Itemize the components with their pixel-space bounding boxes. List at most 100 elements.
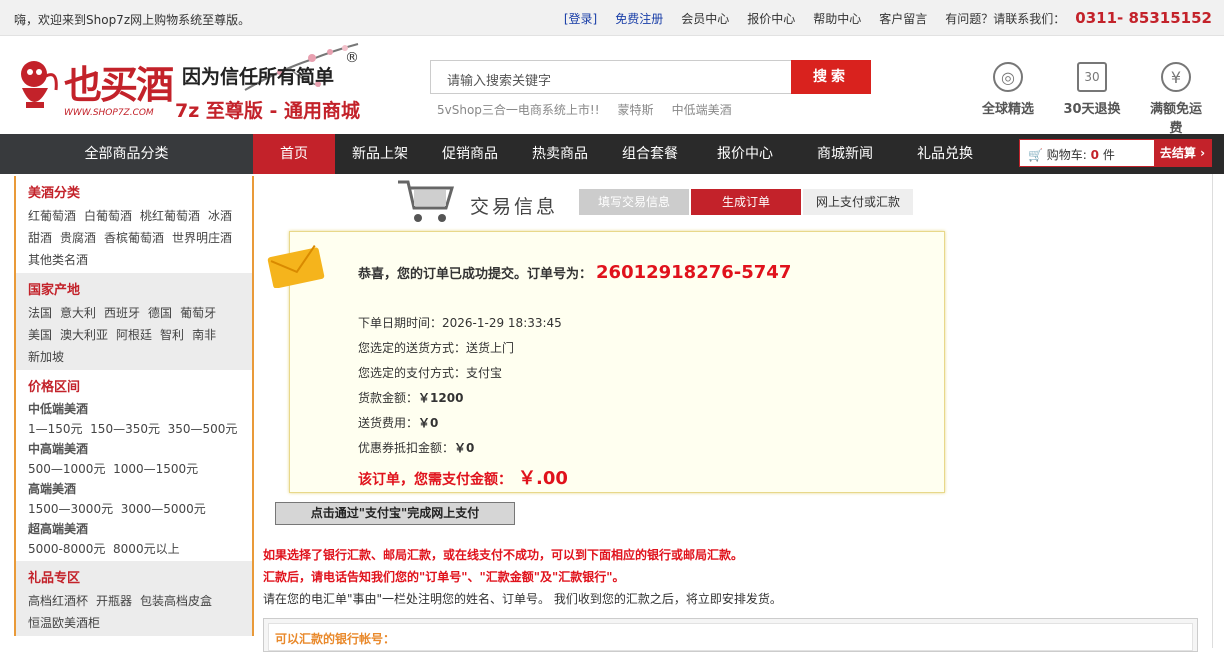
step-fill-info: 填写交易信息 (579, 189, 689, 215)
category-sidebar: 美酒分类 红葡萄酒 白葡萄酒 桃红葡萄酒 冰酒 甜酒 贵腐酒 香槟葡萄酒 世界明庄酒 其他类… (14, 176, 254, 636)
help-center-link[interactable]: 帮助中心 (813, 10, 861, 27)
country-link[interactable]: 南非 (192, 328, 216, 342)
edition-slogan: 7z 至尊版 - 通用商城 (175, 100, 361, 122)
envelope-icon (267, 245, 325, 288)
globe-icon: ◎ (993, 62, 1023, 92)
shipping-fee: 送货费用：￥0 (358, 414, 438, 431)
country-link[interactable]: 阿根廷 (116, 328, 152, 342)
coupon-amount-value: ￥0 (454, 441, 475, 455)
country-link[interactable]: 意大利 (60, 306, 96, 320)
nav-gift[interactable]: 礼品兑换 (895, 134, 995, 174)
category-link[interactable]: 红葡萄酒 (28, 209, 76, 223)
nav-items: 首页 新品上架 促销商品 热卖商品 组合套餐 报价中心 商城新闻 礼品兑换 (253, 134, 995, 174)
nav-bundle[interactable]: 组合套餐 (605, 134, 695, 174)
country-link[interactable]: 澳大利亚 (60, 328, 108, 342)
gift-link[interactable]: 高档红酒杯 (28, 594, 88, 608)
gift-link[interactable]: 包装高档皮盒 (140, 594, 212, 608)
nav-news[interactable]: 商城新闻 (795, 134, 895, 174)
coupon-amount: 优惠券抵扣金额：￥0 (358, 439, 474, 456)
country-link[interactable]: 新加坡 (28, 350, 64, 364)
section-title: 礼品专区 (28, 571, 81, 586)
goods-amount-value: ￥1200 (418, 391, 464, 405)
checkout-label: 去结算 (1159, 146, 1196, 160)
section-title: 国家产地 (28, 283, 81, 298)
country-link[interactable]: 法国 (28, 306, 52, 320)
cart-summary: 🛒 购物车: 0 件 (1028, 146, 1115, 163)
category-link[interactable]: 其他类名酒 (28, 253, 88, 267)
category-link[interactable]: 冰酒 (208, 209, 232, 223)
payment-method: 您选定的支付方式：支付宝 (358, 366, 503, 380)
trade-info-title: 交易信息 (470, 196, 559, 218)
site-logo[interactable]: 也买酒 WWW.SHOP7Z.COM (12, 52, 174, 132)
category-link[interactable]: 香槟葡萄酒 (104, 231, 164, 245)
login-link[interactable]: [登录] (564, 10, 597, 27)
price-range-links[interactable]: 1500—3000元 3000—5000元 (28, 499, 252, 519)
brand-url: WWW.SHOP7Z.COM (64, 108, 154, 118)
contact-label: 有问题？请联系我们： (945, 11, 1066, 26)
order-number: 26012918276-5747 (596, 262, 792, 283)
gift-link[interactable]: 恒温欧美酒柜 (28, 616, 100, 630)
nav-quote[interactable]: 报价中心 (695, 134, 795, 174)
cart-widget[interactable]: 🛒 购物车: 0 件 去结算 › (1019, 139, 1212, 167)
nav-new[interactable]: 新品上架 (335, 134, 425, 174)
calendar-icon: 30 (1077, 62, 1107, 92)
order-date: 下单日期时间：2026-1-29 18:33:45 (358, 316, 562, 330)
feedback-link[interactable]: 客户留言 (879, 10, 927, 27)
hot-keyword[interactable]: 中低端美酒 (672, 101, 732, 118)
category-link[interactable]: 贵腐酒 (60, 231, 96, 245)
service-badges: ◎ 全球精选 30 30天退换 ¥ 满额免运费 (976, 62, 1208, 136)
goods-amount: 货款金额：￥1200 (358, 389, 463, 406)
step-pay: 网上支付或汇款 (803, 189, 913, 215)
register-link[interactable]: 免费注册 (615, 10, 663, 27)
remittance-note: 如果选择了银行汇款、邮局汇款，或在线支付不成功，可以到下面相应的银行或邮局汇款。 (263, 548, 744, 562)
checkout-button[interactable]: 去结算 › (1154, 140, 1211, 166)
country-link[interactable]: 智利 (160, 328, 184, 342)
search-button[interactable]: 搜索 (791, 60, 871, 94)
category-link[interactable]: 世界明庄酒 (172, 231, 232, 245)
category-link[interactable]: 甜酒 (28, 231, 52, 245)
goods-amount-label: 货款金额： (358, 391, 419, 405)
country-link[interactable]: 德国 (148, 306, 172, 320)
section-title: 价格区间 (28, 380, 81, 395)
order-success-message: 恭喜，您的订单已成功提交。订单号为： 26012918276-5747 (358, 262, 791, 283)
price-range-links[interactable]: 500—1000元 1000—1500元 (28, 459, 252, 479)
country-link[interactable]: 西班牙 (104, 306, 140, 320)
hot-keyword[interactable]: 蒙特斯 (618, 101, 654, 118)
shipping-fee-label: 送货费用： (358, 416, 419, 430)
price-range-links[interactable]: 5000-8000元 8000元以上 (28, 539, 252, 559)
quote-center-link[interactable]: 报价中心 (747, 10, 795, 27)
cart-label: 购物车: (1046, 148, 1087, 162)
bank-accounts-inner: 可以汇款的银行帐号： (268, 623, 1193, 651)
delivery-method: 您选定的送货方式：送货上门 (358, 341, 515, 355)
country-link[interactable]: 美国 (28, 328, 52, 342)
top-bar: 嗨，欢迎来到Shop7z网上购物系统至尊版。 [登录] 免费注册 会员中心 报价… (0, 0, 1224, 36)
gift-link[interactable]: 开瓶器 (96, 594, 132, 608)
price-group-label: 高端美酒 (28, 482, 77, 496)
category-link[interactable]: 白葡萄酒 (84, 209, 132, 223)
alipay-pay-button[interactable]: 点击通过"支付宝"完成网上支付 (275, 502, 515, 525)
nav-home[interactable]: 首页 (253, 134, 335, 174)
hot-keyword[interactable]: 5vShop三合一电商系统上市!! (437, 101, 600, 118)
content-border (1212, 174, 1213, 648)
service-label: 满额免运费 (1149, 102, 1202, 136)
service-global: ◎ 全球精选 (976, 62, 1040, 136)
search-input[interactable]: 请输入搜索关键字 (430, 60, 792, 94)
nav-promo[interactable]: 促销商品 (425, 134, 515, 174)
top-links: [登录] 免费注册 会员中心 报价中心 帮助中心 客户留言 有问题？请联系我们：… (564, 0, 1212, 36)
all-categories-button[interactable]: 全部商品分类 (0, 134, 253, 174)
bank-accounts-panel: 可以汇款的银行帐号： (263, 618, 1198, 652)
cart-icon: 🛒 (1028, 148, 1043, 162)
remittance-note: 请在您的电汇单"事由"一栏处注明您的姓名、订单号。 我们收到您的汇款之后，将立即… (263, 592, 782, 606)
price-range-links[interactable]: 1—150元 150—350元 350—500元 (28, 419, 252, 439)
category-link[interactable]: 桃红葡萄酒 (140, 209, 200, 223)
wine-category-section: 美酒分类 红葡萄酒 白葡萄酒 桃红葡萄酒 冰酒 甜酒 贵腐酒 香槟葡萄酒 世界明庄酒 其他类… (16, 176, 252, 273)
price-group-label: 中高端美酒 (28, 442, 89, 456)
gift-section: 礼品专区 高档红酒杯 开瓶器 包装高档皮盒 恒温欧美酒柜 (16, 561, 252, 636)
nav-hot[interactable]: 热卖商品 (515, 134, 605, 174)
search-placeholder: 请输入搜索关键字 (447, 74, 552, 89)
member-center-link[interactable]: 会员中心 (681, 10, 729, 27)
yen-icon: ¥ (1161, 62, 1191, 92)
country-section: 国家产地 法国 意大利 西班牙 德国 葡萄牙 美国 澳大利亚 阿根廷 智利 南非 新加坡 (16, 273, 252, 370)
amount-due: 该订单，您需支付金额： ￥.00 (358, 464, 568, 490)
country-link[interactable]: 葡萄牙 (180, 306, 216, 320)
